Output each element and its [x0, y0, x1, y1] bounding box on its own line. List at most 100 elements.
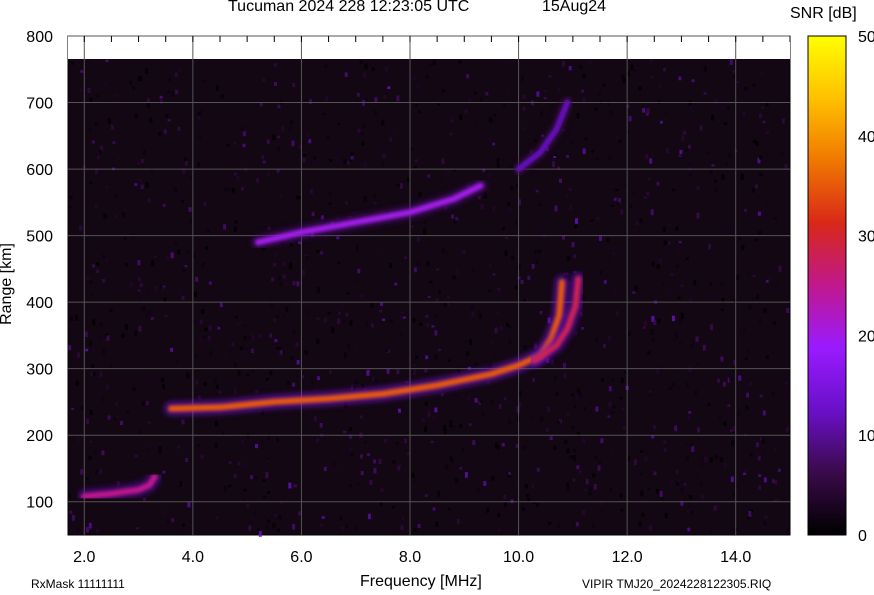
noise-speckle: [317, 376, 320, 381]
noise-speckle: [207, 335, 211, 341]
noise-speckle: [302, 156, 306, 162]
noise-speckle: [685, 488, 689, 492]
noise-speckle: [507, 472, 511, 475]
noise-speckle: [240, 187, 244, 191]
noise-speckle: [95, 204, 98, 208]
noise-speckle: [488, 289, 492, 293]
noise-speckle: [483, 192, 487, 199]
noise-speckle: [490, 340, 494, 346]
noise-speckle: [159, 95, 163, 99]
noise-speckle: [292, 524, 296, 530]
noise-speckle: [732, 492, 736, 497]
noise-speckle: [507, 400, 511, 403]
noise-speckle: [80, 469, 84, 475]
noise-speckle: [687, 416, 691, 419]
noise-speckle: [379, 309, 383, 313]
noise-speckle: [662, 227, 666, 232]
noise-speckle: [764, 325, 768, 329]
noise-speckle: [458, 60, 462, 64]
noise-speckle: [412, 76, 416, 80]
noise-speckle: [75, 315, 79, 321]
noise-speckle: [451, 214, 454, 219]
noise-speckle: [426, 323, 430, 327]
noise-speckle: [134, 454, 138, 458]
noise-speckle: [147, 309, 151, 315]
noise-speckle: [488, 136, 492, 143]
noise-speckle: [511, 255, 515, 260]
noise-speckle: [188, 207, 192, 212]
noise-speckle: [514, 221, 518, 226]
noise-speckle: [257, 528, 261, 531]
noise-speckle: [416, 83, 420, 89]
noise-speckle: [425, 315, 429, 318]
noise-speckle: [394, 282, 398, 286]
noise-speckle: [478, 164, 482, 168]
noise-speckle: [399, 332, 403, 337]
noise-speckle: [562, 171, 566, 175]
noise-speckle: [680, 284, 684, 287]
noise-speckle: [650, 329, 654, 335]
noise-speckle: [656, 182, 660, 186]
noise-speckle: [428, 63, 432, 67]
noise-speckle: [115, 214, 119, 219]
noise-speckle: [382, 153, 386, 159]
noise-speckle: [166, 255, 170, 261]
noise-speckle: [233, 388, 237, 395]
noise-speckle: [763, 521, 767, 526]
noise-speckle: [618, 140, 622, 143]
noise-speckle: [219, 302, 223, 307]
noise-speckle: [600, 68, 604, 75]
noise-speckle: [468, 423, 472, 426]
noise-speckle: [102, 254, 106, 259]
noise-speckle: [589, 486, 593, 492]
noise-speckle: [101, 450, 105, 456]
noise-speckle: [680, 312, 684, 319]
noise-speckle: [659, 491, 663, 497]
noise-speckle: [384, 92, 388, 96]
noise-speckle: [311, 211, 315, 217]
noise-speckle: [492, 142, 496, 146]
noise-speckle: [124, 324, 128, 330]
noise-speckle: [284, 506, 288, 510]
noise-speckle: [243, 488, 247, 492]
noise-speckle: [205, 246, 208, 250]
noise-speckle: [585, 479, 589, 485]
noise-speckle: [271, 277, 275, 282]
noise-speckle: [744, 86, 748, 91]
noise-speckle: [741, 244, 745, 251]
noise-speckle: [134, 113, 138, 119]
noise-speckle: [670, 273, 674, 276]
noise-speckle: [404, 438, 408, 444]
noise-speckle: [728, 153, 732, 158]
noise-speckle: [349, 320, 353, 326]
noise-speckle: [554, 205, 558, 212]
noise-speckle: [91, 364, 95, 368]
noise-speckle: [68, 206, 72, 209]
noise-speckle: [213, 377, 217, 384]
noise-speckle: [262, 78, 266, 83]
noise-speckle: [487, 172, 491, 179]
noise-speckle: [738, 235, 742, 240]
noise-speckle: [675, 140, 678, 145]
noise-speckle: [345, 524, 349, 529]
noise-speckle: [608, 156, 612, 161]
noise-speckle: [80, 405, 84, 411]
noise-speckle: [349, 427, 353, 431]
noise-speckle: [522, 106, 526, 111]
noise-speckle: [399, 316, 403, 321]
noise-speckle: [432, 507, 436, 511]
noise-speckle: [366, 453, 370, 456]
noise-speckle: [143, 497, 146, 501]
noise-speckle: [747, 272, 751, 276]
noise-speckle: [608, 254, 612, 261]
noise-speckle: [309, 449, 312, 453]
noise-speckle: [125, 263, 128, 267]
noise-speckle: [182, 523, 186, 527]
noise-speckle: [201, 262, 205, 268]
noise-speckle: [756, 294, 759, 300]
noise-speckle: [441, 158, 445, 164]
noise-speckle: [757, 456, 761, 461]
noise-speckle: [181, 295, 185, 300]
noise-speckle: [327, 312, 331, 315]
noise-speckle: [632, 291, 636, 294]
